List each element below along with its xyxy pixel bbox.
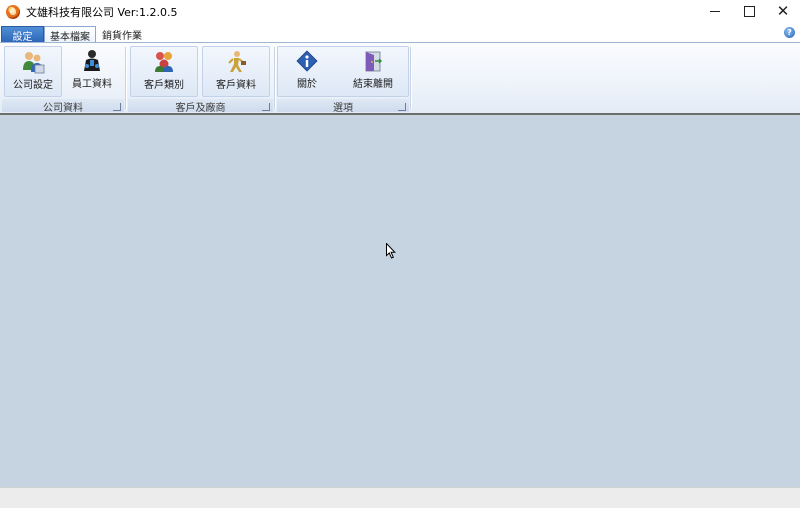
customer-data-icon [224,50,248,74]
ribbon-group-label: 公司資料 [2,99,124,114]
window-controls: ✕ [698,0,800,23]
close-button[interactable]: ✕ [766,0,800,23]
help-icon[interactable]: ? [784,27,795,38]
group-divider [125,47,127,109]
tab-sales-operations[interactable]: 銷貨作業 [98,26,146,43]
ribbon-tab-strip: 設定 基本檔案 銷貨作業 ? [0,23,800,44]
employee-icon [80,49,104,73]
customer-category-button[interactable]: 客戶類別 [130,46,198,97]
ribbon-group-label: 選項 [277,99,409,114]
company-settings-label: 公司設定 [13,80,53,91]
status-bar [0,487,800,508]
customer-data-button[interactable]: 客戶資料 [202,46,270,97]
group-divider [274,47,276,109]
ribbon-group-options: 關於 結束離開 選項 [277,43,409,114]
employee-data-button[interactable]: 員工資料 [64,46,120,95]
customer-category-label: 客戶類別 [144,80,184,91]
info-icon [295,49,319,73]
ribbon-group-company: 公司設定 員工資料 公司資料 [2,43,124,114]
dialog-launcher-icon[interactable] [113,103,121,111]
ribbon-group-customers-vendors: 客戶類別 客戶資料 客戶及廠商 [128,43,273,114]
close-icon: ✕ [776,2,790,20]
exit-door-icon [361,49,385,73]
minimize-button[interactable] [698,0,732,23]
company-settings-icon [21,50,45,74]
ribbon-group-label: 客戶及廠商 [128,99,273,114]
maximize-icon [743,6,755,17]
exit-button[interactable]: 結束離開 [343,46,403,95]
about-label: 關於 [297,79,317,90]
customer-data-label: 客戶資料 [216,80,256,91]
customer-category-icon [152,50,176,74]
title-bar: 文雄科技有限公司 Ver:1.2.0.5 ✕ [0,0,800,23]
window-title: 文雄科技有限公司 Ver:1.2.0.5 [26,5,178,19]
about-button[interactable]: 關於 [283,46,331,95]
app-logo-icon [6,4,20,19]
mdi-workspace[interactable] [0,113,800,487]
group-divider [410,47,412,109]
exit-label: 結束離開 [353,79,393,90]
company-settings-button[interactable]: 公司設定 [4,46,62,97]
minimize-icon [710,11,720,12]
ribbon-panel: 公司設定 員工資料 公司資料 客戶類別 客戶資料 客戶及廠商 關於 結束離開 選… [0,42,800,114]
employee-data-label: 員工資料 [72,79,112,90]
dialog-launcher-icon[interactable] [262,103,270,111]
dialog-launcher-icon[interactable] [398,103,406,111]
maximize-button[interactable] [732,0,766,23]
mouse-cursor-icon [386,243,396,259]
